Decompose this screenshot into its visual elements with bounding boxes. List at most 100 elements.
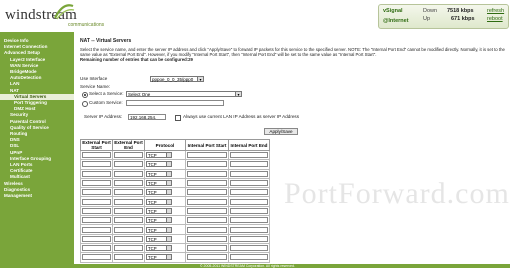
header: windstream communications vSignal @Inter… [0,0,510,32]
protocol-select[interactable]: TCP [146,226,172,233]
external-port-end-input[interactable] [114,170,143,177]
protocol-select[interactable]: TCP [146,254,172,261]
internal-port-end-input[interactable] [230,161,268,168]
protocol-select[interactable]: TCP [146,170,172,177]
internal-port-end-input[interactable] [230,226,268,233]
internal-port-start-input[interactable] [187,198,227,205]
external-port-start-input[interactable] [82,152,111,159]
internal-port-start-input[interactable] [187,161,227,168]
protocol-select[interactable]: TCP [146,152,172,159]
chevron-down-icon [166,181,171,186]
internal-port-end-cell [228,224,270,235]
signal-label: vSignal [383,8,403,14]
external-port-end-input[interactable] [114,217,143,224]
internal-port-end-cell [228,168,270,179]
watermark: PortForward.com [284,177,510,210]
always-use-checkbox[interactable] [175,115,181,121]
select-service-dropdown[interactable]: Select One ▾ [126,91,242,97]
external-port-start-input[interactable] [82,235,111,242]
internal-port-start-input[interactable] [187,235,227,242]
internal-port-start-cell [185,242,229,254]
internal-port-end-input[interactable] [230,180,268,187]
protocol-value: TCP [148,190,157,196]
internal-port-end-input[interactable] [230,235,268,242]
select-service-radio[interactable] [82,92,88,98]
internal-port-start-input[interactable] [187,152,227,159]
internal-port-end-input[interactable] [230,198,268,205]
external-port-start-cell [80,205,113,217]
table-row: TCP [80,233,270,244]
internal-port-end-input[interactable] [230,189,268,196]
external-port-start-input[interactable] [82,180,111,187]
protocol-value: TCP [148,181,157,187]
external-port-start-input[interactable] [82,207,111,214]
external-port-start-input[interactable] [82,189,111,196]
table-row: TCP [80,215,270,226]
page-description: Select the service name, and enter the s… [80,47,506,63]
internal-port-start-cell [185,224,229,235]
select-service-value: Select One [128,92,151,97]
chevron-down-icon [166,227,171,232]
use-interface-select[interactable]: pppoe_0_0_35/ppp0 ▾ [150,76,204,82]
protocol-select[interactable]: TCP [146,161,172,168]
protocol-value: TCP [148,246,157,252]
internal-port-end-input[interactable] [230,152,268,159]
external-port-end-cell [112,159,145,170]
protocol-select[interactable]: TCP [146,235,172,242]
internal-port-end-input[interactable] [230,217,268,224]
external-port-end-input[interactable] [114,161,143,168]
external-port-end-input[interactable] [114,152,143,159]
external-port-start-input[interactable] [82,198,111,205]
protocol-cell: TCP [144,205,186,217]
nav-item-management[interactable]: Management [0,193,74,199]
internal-port-end-cell [228,187,270,198]
internal-port-start-cell [185,159,229,170]
external-port-start-input[interactable] [82,226,111,233]
protocol-value: TCP [148,153,157,159]
protocol-select[interactable]: TCP [146,207,172,214]
internal-port-start-input[interactable] [187,245,227,252]
refresh-link[interactable]: refresh [487,8,504,14]
external-port-start-input[interactable] [82,170,111,177]
protocol-select[interactable]: TCP [146,198,172,205]
external-port-end-input[interactable] [114,245,143,252]
protocol-select[interactable]: TCP [146,180,172,187]
external-port-end-input[interactable] [114,180,143,187]
internal-port-start-input[interactable] [187,170,227,177]
internal-port-start-input[interactable] [187,180,227,187]
external-port-start-input[interactable] [82,245,111,252]
header-internal-port-end: Internal Port End [228,139,270,151]
header-internal-port-start: Internal Port Start [185,139,229,151]
external-port-start-input[interactable] [82,161,111,168]
sidebar-nav: Device Info Internet Connection Advanced S… [0,32,74,264]
internal-port-end-input[interactable] [230,254,268,261]
external-port-end-cell [112,168,145,179]
external-port-start-input[interactable] [82,217,111,224]
internal-port-end-input[interactable] [230,245,268,252]
external-port-end-input[interactable] [114,189,143,196]
internal-port-start-input[interactable] [187,217,227,224]
protocol-select[interactable]: TCP [146,245,172,252]
external-port-end-cell [112,215,145,226]
external-port-end-input[interactable] [114,254,143,261]
custom-service-radio[interactable] [82,101,88,107]
internal-port-start-input[interactable] [187,226,227,233]
internal-port-end-input[interactable] [230,207,268,214]
external-port-end-input[interactable] [114,235,143,242]
internal-port-start-input[interactable] [187,254,227,261]
internal-port-start-input[interactable] [187,189,227,196]
external-port-end-input[interactable] [114,207,143,214]
external-port-end-input[interactable] [114,198,143,205]
external-port-end-input[interactable] [114,226,143,233]
external-port-start-cell [80,224,113,235]
protocol-select[interactable]: TCP [146,217,172,224]
internal-port-start-input[interactable] [187,207,227,214]
custom-service-input[interactable] [126,100,224,106]
server-ip-input[interactable]: 192.168.254. [128,114,166,120]
internal-port-end-input[interactable] [230,170,268,177]
reboot-link[interactable]: reboot [487,16,503,22]
protocol-select[interactable]: TCP [146,189,172,196]
apply-save-button[interactable]: Apply/Save [264,128,298,135]
internal-port-start-cell [185,215,229,226]
external-port-start-input[interactable] [82,254,111,261]
